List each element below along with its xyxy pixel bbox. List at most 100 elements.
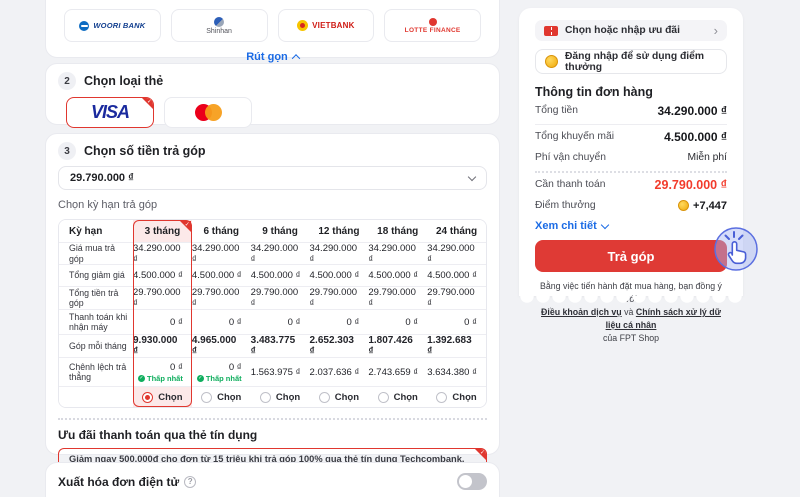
summary-row-total: Tổng tiền 34.290.000 ₫: [535, 101, 727, 120]
row-value: +7,447: [678, 200, 727, 212]
table-value-cell: 3.634.380 ₫: [427, 358, 486, 387]
terms-link[interactable]: Điều khoản dịch vụ: [541, 307, 622, 317]
summary-row-shipping: Phí vận chuyển Miễn phí: [535, 148, 727, 167]
step-number-badge: 3: [58, 142, 76, 160]
table-value-cell: 34.290.000 ₫: [191, 243, 251, 265]
term-column-header[interactable]: 6 tháng: [191, 220, 251, 243]
legal-text: Bằng việc tiến hành đặt mua hàng, bạn đồ…: [535, 280, 727, 345]
invoice-title: Xuất hóa đơn điện tử: [58, 474, 180, 489]
legal-conjunction: và: [624, 307, 634, 317]
divider: [535, 171, 727, 173]
installment-submit-button[interactable]: Trả góp: [535, 240, 727, 272]
row-label: Điểm thưởng: [535, 200, 596, 211]
bank-chip-lotte-finance[interactable]: LOTTE FINANCE: [384, 9, 481, 42]
divider: [58, 418, 487, 420]
collapse-label: Rút gọn: [246, 51, 288, 63]
table-row-label: Góp mỗi tháng: [59, 335, 133, 358]
term-column-header[interactable]: 9 tháng: [250, 220, 310, 243]
choose-term-radio[interactable]: Chọn: [191, 387, 251, 407]
bank-chip-vietbank[interactable]: VIETBANK: [277, 9, 375, 42]
visa-logo: VISA: [90, 102, 130, 122]
privacy-link[interactable]: Chính sách xử lý dữ liệu cá nhân: [606, 307, 721, 330]
table-value-cell: 0 ₫ ✓ Thấp nhất: [133, 358, 192, 387]
table-value-cell: 4.500.000 ₫: [191, 265, 251, 287]
choose-term-radio[interactable]: Chọn: [309, 387, 369, 407]
login-label: Đăng nhập để sử dụng điểm thưởng: [565, 50, 705, 73]
lotte-finance-icon: [428, 17, 437, 26]
bank-label: WOORI BANK: [93, 21, 146, 30]
table-value-cell: 29.790.000 ₫: [309, 287, 369, 310]
table-corner-header: Kỳ hạn: [59, 220, 133, 243]
table-value-cell: 9.930.000 ₫: [133, 335, 192, 358]
order-sidebar: Chọn hoặc nhập ưu đãi › Đăng nhập để sử …: [519, 8, 743, 343]
term-label: Chọn kỳ hạn trả góp: [58, 199, 158, 211]
summary-row-discount: Tổng khuyến mãi 4.500.000 ₫: [535, 127, 727, 146]
choose-term-radio[interactable]: Chọn: [250, 387, 310, 407]
bank-list-card: WOORI BANK Shinhan VIETBANK LOTTE FINANC…: [45, 0, 500, 63]
row-value: Miễn phí: [687, 152, 728, 163]
voucher-icon: [544, 25, 558, 36]
radio-icon[interactable]: [201, 391, 213, 403]
visa-option[interactable]: VISA: [66, 97, 154, 128]
table-value-cell: 4.500.000 ₫: [250, 265, 310, 287]
selected-amount: 29.790.000 ₫: [70, 172, 134, 184]
table-value-cell: 1.563.975 ₫: [250, 358, 310, 387]
table-value-cell: 0 ₫: [191, 310, 251, 335]
table-value-cell: 34.290.000 ₫: [250, 243, 310, 265]
bank-label: VIETBANK: [312, 21, 355, 30]
table-row-label: Tổng tiền trả góp: [59, 287, 133, 310]
chevron-down-icon: [600, 220, 609, 229]
term-column-header[interactable]: 18 tháng: [368, 220, 428, 243]
woori-bank-icon: [79, 20, 90, 31]
promo-select-button[interactable]: Chọn hoặc nhập ưu đãi ›: [535, 20, 727, 41]
promo-label: Chọn hoặc nhập ưu đãi: [565, 25, 681, 36]
table-row-label: Thanh toán khi nhận máy: [59, 310, 133, 335]
chevron-right-icon: ›: [713, 23, 718, 38]
shinhan-bank-icon: [214, 16, 225, 27]
credit-offer-title: Ưu đãi thanh toán qua thẻ tín dụng: [58, 428, 258, 442]
table-value-cell: 4.500.000 ₫: [368, 265, 428, 287]
term-column-header[interactable]: 12 tháng: [309, 220, 369, 243]
help-icon[interactable]: [184, 475, 197, 488]
summary-row-due: Cần thanh toán 29.790.000 ₫: [535, 175, 727, 194]
table-value-cell: 0 ₫: [427, 310, 486, 335]
radio-icon[interactable]: [318, 391, 330, 403]
mastercard-logo: [194, 104, 222, 121]
row-value: 29.790.000 ₫: [654, 177, 727, 192]
lowest-badge: ✓ Thấp nhất: [137, 373, 183, 383]
table-value-cell: 34.290.000 ₫: [133, 243, 192, 265]
table-value-cell: 34.290.000 ₫: [309, 243, 369, 265]
chevron-down-icon: [467, 172, 477, 182]
invoice-card: Xuất hóa đơn điện tử: [45, 462, 500, 497]
mastercard-option[interactable]: [164, 97, 252, 128]
choose-term-radio[interactable]: Chọn: [368, 387, 428, 407]
table-value-cell: 0 ₫ ✓ Thấp nhất: [191, 358, 251, 387]
bank-chip-shinhan[interactable]: Shinhan: [170, 9, 268, 42]
radio-icon[interactable]: [436, 391, 448, 403]
term-column-header[interactable]: 3 tháng: [133, 220, 192, 243]
table-value-cell: 1.807.426 ₫: [368, 335, 428, 358]
collapse-banks-link[interactable]: Rút gọn: [64, 51, 481, 63]
radio-icon[interactable]: [377, 391, 389, 403]
table-value-cell: 2.743.659 ₫: [368, 358, 428, 387]
table-row-label: Giá mua trả góp: [59, 243, 133, 265]
section-title: Chọn số tiền trả góp: [84, 144, 206, 158]
row-label: Tổng khuyến mãi: [535, 131, 614, 142]
view-details-link[interactable]: Xem chi tiết: [535, 220, 727, 232]
installment-amount-select[interactable]: 29.790.000 ₫: [58, 166, 487, 190]
table-value-cell: 29.790.000 ₫: [133, 287, 192, 310]
radio-icon[interactable]: [259, 391, 271, 403]
bank-chip-woori[interactable]: WOORI BANK: [64, 9, 161, 42]
table-value-cell: 0 ₫: [133, 310, 192, 335]
choose-term-radio[interactable]: Chọn: [133, 387, 192, 407]
table-value-cell: 29.790.000 ₫: [191, 287, 251, 310]
term-column-header[interactable]: 24 tháng: [427, 220, 486, 243]
invoice-toggle[interactable]: [457, 473, 487, 490]
row-value: 34.290.000 ₫: [657, 103, 727, 118]
choose-term-radio[interactable]: Chọn: [427, 387, 486, 407]
table-value-cell: 4.500.000 ₫: [133, 265, 192, 287]
table-value-cell: 0 ₫: [368, 310, 428, 335]
radio-selected-icon[interactable]: [142, 391, 154, 403]
table-value-cell: 0 ₫: [250, 310, 310, 335]
login-points-button[interactable]: Đăng nhập để sử dụng điểm thưởng: [535, 49, 727, 74]
